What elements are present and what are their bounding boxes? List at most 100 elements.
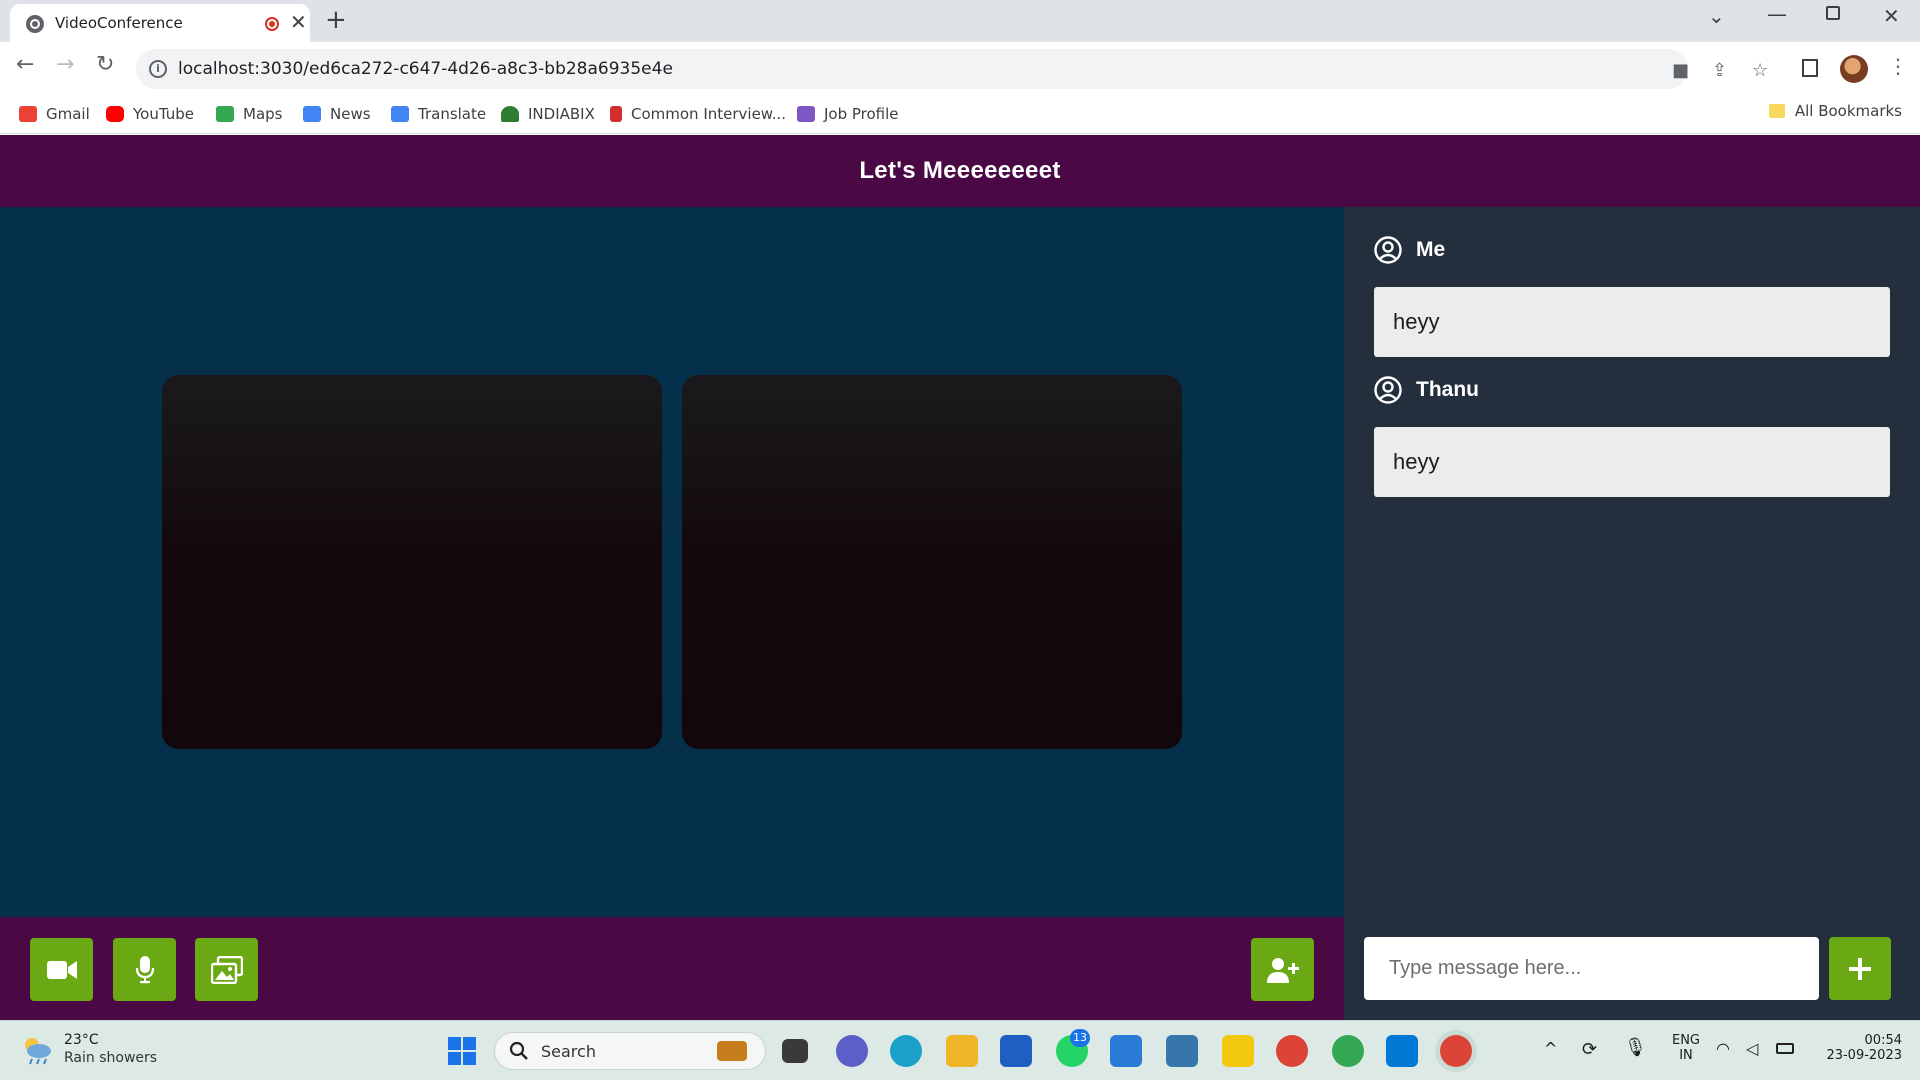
minimize-icon[interactable]: — xyxy=(1767,2,1787,26)
vscode-icon[interactable] xyxy=(1386,1035,1418,1067)
mic-toggle-button[interactable] xyxy=(113,938,176,1001)
chevron-up-icon[interactable]: ^ xyxy=(1544,1039,1557,1058)
clock[interactable]: 00:54 23-09-2023 xyxy=(1812,1033,1902,1063)
message-bubble: heyy xyxy=(1374,427,1890,497)
gmail-icon xyxy=(19,106,37,122)
back-icon[interactable]: ← xyxy=(16,52,34,77)
wifi-icon[interactable]: ◠ xyxy=(1716,1039,1730,1058)
camera-in-use-icon[interactable]: ■ xyxy=(1672,60,1689,81)
windows-start-icon[interactable] xyxy=(446,1035,478,1067)
language-indicator[interactable]: ENG IN xyxy=(1666,1033,1706,1063)
app-header: Let's Meeeeeeeet xyxy=(0,135,1920,207)
bookmark-label: News xyxy=(330,105,371,123)
python-icon[interactable] xyxy=(1166,1035,1198,1067)
chat-panel: Me heyy Thanu heyy xyxy=(1344,207,1920,1020)
whatsapp-badge: 13 xyxy=(1070,1029,1090,1047)
globe-icon xyxy=(26,15,44,33)
message-author-name: Me xyxy=(1416,238,1446,261)
microphone-tray-icon[interactable]: 🎙 xyxy=(1624,1037,1647,1058)
teams-chat-icon[interactable] xyxy=(836,1035,868,1067)
tab-title: VideoConference xyxy=(55,14,183,32)
address-bar[interactable]: i localhost:3030/ed6ca272-c647-4d26-a8c3… xyxy=(136,49,1688,89)
chat-message-input[interactable] xyxy=(1364,937,1819,1000)
send-message-button[interactable] xyxy=(1829,937,1891,1000)
address-url[interactable]: localhost:3030/ed6ca272-c647-4d26-a8c3-b… xyxy=(178,59,673,79)
bookmark-common-interview[interactable]: Common Interview... xyxy=(610,102,786,126)
reload-icon[interactable]: ↻ xyxy=(96,52,114,77)
bookmark-label: INDIABIX xyxy=(528,105,595,123)
bookmark-label: Job Profile xyxy=(824,105,899,123)
site-info-icon[interactable]: i xyxy=(149,60,167,78)
bookmark-label: Maps xyxy=(243,105,283,123)
bookmark-label: YouTube xyxy=(133,105,194,123)
local-video xyxy=(162,375,662,749)
window-close-icon[interactable]: ✕ xyxy=(1883,4,1900,28)
sync-icon[interactable]: ⟳ xyxy=(1582,1039,1597,1060)
file-explorer-icon[interactable] xyxy=(946,1035,978,1067)
chrome-active-icon[interactable] xyxy=(1440,1035,1472,1067)
video-toggle-button[interactable] xyxy=(30,938,93,1001)
weather-widget[interactable]: 23°C Rain showers xyxy=(20,1032,157,1068)
all-bookmarks[interactable]: All Bookmarks xyxy=(1768,102,1902,120)
power-bi-icon[interactable] xyxy=(1222,1035,1254,1067)
language-code: ENG xyxy=(1671,1033,1700,1048)
bookmark-youtube[interactable]: YouTube xyxy=(106,102,194,126)
tab-search-icon[interactable]: ⌄ xyxy=(1708,4,1725,28)
app-title: Let's Meeeeeeeet xyxy=(859,157,1061,184)
news-icon xyxy=(303,106,321,122)
invite-user-button[interactable] xyxy=(1251,938,1314,1001)
indiabix-icon xyxy=(501,106,519,122)
profile-avatar[interactable] xyxy=(1840,55,1868,83)
rain-cloud-icon xyxy=(25,1038,51,1065)
microphone-icon xyxy=(135,955,154,983)
edge-icon[interactable] xyxy=(890,1035,922,1067)
bookmark-label: Gmail xyxy=(46,105,90,123)
remote-desktop-icon[interactable] xyxy=(1110,1035,1142,1067)
message-author-name: Thanu xyxy=(1416,378,1479,401)
common-interview-icon xyxy=(610,106,622,122)
message-bubble: heyy xyxy=(1374,287,1890,357)
volume-icon[interactable]: ◁ xyxy=(1746,1039,1758,1058)
bookmark-translate[interactable]: Translate xyxy=(391,102,486,126)
user-circle-icon xyxy=(1374,376,1402,404)
new-tab-button[interactable]: + xyxy=(325,5,347,35)
close-tab-icon[interactable]: ✕ xyxy=(290,11,307,33)
weather-condition: Rain showers xyxy=(64,1050,158,1066)
bookmark-label: Translate xyxy=(418,105,487,123)
taskbar-search[interactable]: Search xyxy=(494,1032,766,1070)
browser-tab-strip: VideoConference ✕ + ⌄ — ✕ xyxy=(0,0,1920,42)
refresh-app-icon[interactable] xyxy=(1332,1035,1364,1067)
menu-kebab-icon[interactable]: ⋮ xyxy=(1888,54,1908,78)
search-label: Search xyxy=(541,1041,596,1061)
screen-share-button[interactable] xyxy=(195,938,258,1001)
bookmarks-bar: Gmail YouTube Maps News Translate INDIAB… xyxy=(0,96,1920,134)
bookmark-gmail[interactable]: Gmail xyxy=(19,102,90,126)
user-circle-icon xyxy=(1374,236,1402,264)
share-icon[interactable]: ⇪ xyxy=(1712,60,1727,81)
bookmark-star-icon[interactable]: ☆ xyxy=(1752,60,1768,81)
folder-icon xyxy=(1768,104,1785,118)
search-icon xyxy=(509,1041,528,1060)
add-user-icon xyxy=(1266,957,1299,983)
task-view-icon[interactable] xyxy=(782,1039,808,1063)
all-bookmarks-label: All Bookmarks xyxy=(1794,102,1902,120)
side-panel-icon[interactable] xyxy=(1802,59,1818,77)
bookmark-label: Common Interview... xyxy=(631,105,787,123)
plus-icon xyxy=(1849,957,1871,980)
job-profile-icon xyxy=(797,106,815,122)
forward-icon[interactable]: → xyxy=(56,52,74,77)
bookmark-indiabix[interactable]: INDIABIX xyxy=(501,102,595,126)
restore-icon[interactable] xyxy=(1826,6,1840,20)
battery-icon[interactable] xyxy=(1776,1043,1794,1054)
microsoft-store-icon[interactable] xyxy=(1000,1035,1032,1067)
chrome-icon[interactable] xyxy=(1276,1035,1308,1067)
os-taskbar: 23°C Rain showers Search 13 ^ ⟳ 🎙 ENG IN… xyxy=(0,1020,1920,1080)
bookmark-job-profile[interactable]: Job Profile xyxy=(797,102,899,126)
bookmark-news[interactable]: News xyxy=(303,102,371,126)
video-stage xyxy=(0,207,1344,917)
chat-input-wrapper xyxy=(1364,937,1819,1000)
bookmark-maps[interactable]: Maps xyxy=(216,102,282,126)
clock-date: 23-09-2023 xyxy=(1826,1048,1902,1063)
message-author: Me xyxy=(1374,236,1445,264)
browser-tab[interactable]: VideoConference ✕ xyxy=(10,4,310,42)
